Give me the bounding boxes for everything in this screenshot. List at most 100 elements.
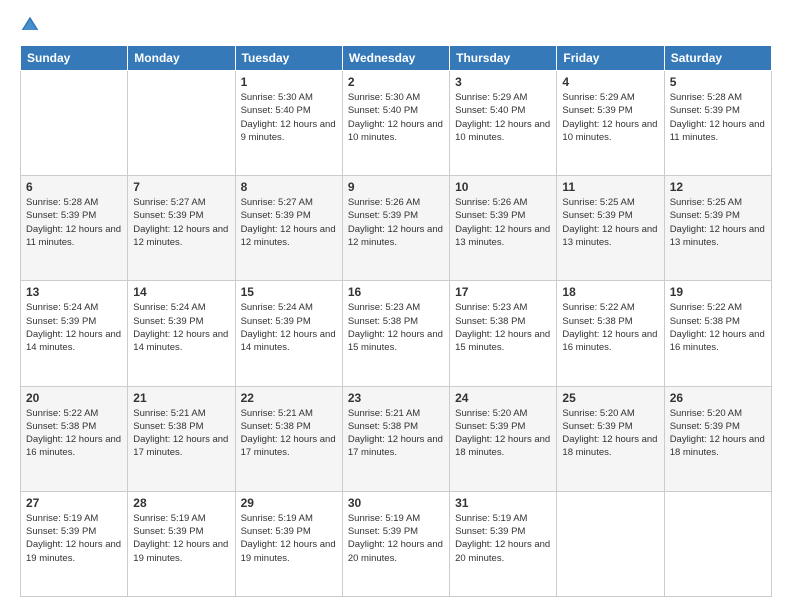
day-header-thursday: Thursday [450,46,557,71]
calendar-cell: 6 Sunrise: 5:28 AM Sunset: 5:39 PM Daylig… [21,176,128,281]
day-number: 24 [455,391,551,405]
calendar-cell: 20 Sunrise: 5:22 AM Sunset: 5:38 PM Dayli… [21,386,128,491]
calendar-table: SundayMondayTuesdayWednesdayThursdayFrid… [20,45,772,597]
week-row-2: 13 Sunrise: 5:24 AM Sunset: 5:39 PM Dayli… [21,281,772,386]
calendar-cell [128,71,235,176]
day-header-saturday: Saturday [664,46,771,71]
day-info: Sunrise: 5:21 AM Sunset: 5:38 PM Dayligh… [133,407,229,460]
calendar-cell: 7Sunrise: 5:27 AM Sunset: 5:39 PM Daylig… [128,176,235,281]
calendar-cell: 11Sunrise: 5:25 AM Sunset: 5:39 PM Dayli… [557,176,664,281]
calendar-cell [664,491,771,596]
day-number: 19 [670,285,766,299]
day-number: 2 [348,75,444,89]
day-header-monday: Monday [128,46,235,71]
day-info: Sunrise: 5:21 AM Sunset: 5:38 PM Dayligh… [348,407,444,460]
week-row-1: 6 Sunrise: 5:28 AM Sunset: 5:39 PM Daylig… [21,176,772,281]
day-info: Sunrise: 5:23 AM Sunset: 5:38 PM Dayligh… [455,301,551,354]
day-number: 22 [241,391,337,405]
day-info: Sunrise: 5:28 AM Sunset: 5:39 PM Dayligh… [670,91,766,144]
day-number: 1 [241,75,337,89]
day-number: 29 [241,496,337,510]
week-row-3: 20 Sunrise: 5:22 AM Sunset: 5:38 PM Dayli… [21,386,772,491]
day-number: 14 [133,285,229,299]
day-number: 31 [455,496,551,510]
week-row-0: 1 Sunrise: 5:30 AM Sunset: 5:40 PM Daylig… [21,71,772,176]
logo-icon [20,15,40,35]
day-info: Sunrise: 5:21 AM Sunset: 5:38 PM Dayligh… [241,407,337,460]
calendar-cell: 10Sunrise: 5:26 AM Sunset: 5:39 PM Dayli… [450,176,557,281]
calendar-cell: 5 Sunrise: 5:28 AM Sunset: 5:39 PM Daylig… [664,71,771,176]
calendar-cell: 4 Sunrise: 5:29 AM Sunset: 5:39 PM Daylig… [557,71,664,176]
day-number: 4 [562,75,658,89]
day-info: Sunrise: 5:19 AM Sunset: 5:39 PM Dayligh… [455,512,551,565]
calendar-cell: 28 Sunrise: 5:19 AM Sunset: 5:39 PM Dayli… [128,491,235,596]
calendar-cell: 9 Sunrise: 5:26 AM Sunset: 5:39 PM Daylig… [342,176,449,281]
day-number: 27 [26,496,122,510]
day-info: Sunrise: 5:22 AM Sunset: 5:38 PM Dayligh… [670,301,766,354]
day-info: Sunrise: 5:29 AM Sunset: 5:40 PM Dayligh… [455,91,551,144]
calendar-cell [21,71,128,176]
day-info: Sunrise: 5:19 AM Sunset: 5:39 PM Dayligh… [133,512,229,565]
calendar-cell: 18 Sunrise: 5:22 AM Sunset: 5:38 PM Dayli… [557,281,664,386]
day-number: 16 [348,285,444,299]
day-info: Sunrise: 5:25 AM Sunset: 5:39 PM Dayligh… [670,196,766,249]
day-info: Sunrise: 5:24 AM Sunset: 5:39 PM Dayligh… [133,301,229,354]
day-info: Sunrise: 5:22 AM Sunset: 5:38 PM Dayligh… [26,407,122,460]
day-number: 6 [26,180,122,194]
day-number: 28 [133,496,229,510]
page: SundayMondayTuesdayWednesdayThursdayFrid… [0,0,792,612]
calendar-cell: 13 Sunrise: 5:24 AM Sunset: 5:39 PM Dayli… [21,281,128,386]
day-number: 25 [562,391,658,405]
calendar-cell: 19 Sunrise: 5:22 AM Sunset: 5:38 PM Dayli… [664,281,771,386]
day-number: 17 [455,285,551,299]
week-row-4: 27 Sunrise: 5:19 AM Sunset: 5:39 PM Dayli… [21,491,772,596]
day-info: Sunrise: 5:19 AM Sunset: 5:39 PM Dayligh… [241,512,337,565]
calendar-cell: 12Sunrise: 5:25 AM Sunset: 5:39 PM Dayli… [664,176,771,281]
day-info: Sunrise: 5:22 AM Sunset: 5:38 PM Dayligh… [562,301,658,354]
day-number: 5 [670,75,766,89]
day-info: Sunrise: 5:23 AM Sunset: 5:38 PM Dayligh… [348,301,444,354]
calendar-cell: 30Sunrise: 5:19 AM Sunset: 5:39 PM Dayli… [342,491,449,596]
day-info: Sunrise: 5:20 AM Sunset: 5:39 PM Dayligh… [562,407,658,460]
day-info: Sunrise: 5:20 AM Sunset: 5:39 PM Dayligh… [455,407,551,460]
day-info: Sunrise: 5:24 AM Sunset: 5:39 PM Dayligh… [241,301,337,354]
day-number: 8 [241,180,337,194]
day-info: Sunrise: 5:30 AM Sunset: 5:40 PM Dayligh… [241,91,337,144]
day-header-sunday: Sunday [21,46,128,71]
calendar-cell [557,491,664,596]
day-info: Sunrise: 5:24 AM Sunset: 5:39 PM Dayligh… [26,301,122,354]
day-info: Sunrise: 5:19 AM Sunset: 5:39 PM Dayligh… [26,512,122,565]
calendar-cell: 21 Sunrise: 5:21 AM Sunset: 5:38 PM Dayli… [128,386,235,491]
day-number: 9 [348,180,444,194]
calendar-cell: 16 Sunrise: 5:23 AM Sunset: 5:38 PM Dayli… [342,281,449,386]
day-number: 13 [26,285,122,299]
day-number: 10 [455,180,551,194]
day-info: Sunrise: 5:26 AM Sunset: 5:39 PM Dayligh… [348,196,444,249]
day-number: 21 [133,391,229,405]
day-info: Sunrise: 5:29 AM Sunset: 5:39 PM Dayligh… [562,91,658,144]
day-number: 30 [348,496,444,510]
calendar-cell: 22 Sunrise: 5:21 AM Sunset: 5:38 PM Dayli… [235,386,342,491]
day-header-tuesday: Tuesday [235,46,342,71]
calendar-header-row: SundayMondayTuesdayWednesdayThursdayFrid… [21,46,772,71]
calendar-cell: 23Sunrise: 5:21 AM Sunset: 5:38 PM Dayli… [342,386,449,491]
calendar-cell: 24 Sunrise: 5:20 AM Sunset: 5:39 PM Dayli… [450,386,557,491]
logo [20,15,44,35]
calendar-cell: 3Sunrise: 5:29 AM Sunset: 5:40 PM Daylig… [450,71,557,176]
day-header-friday: Friday [557,46,664,71]
day-info: Sunrise: 5:25 AM Sunset: 5:39 PM Dayligh… [562,196,658,249]
calendar-cell: 1 Sunrise: 5:30 AM Sunset: 5:40 PM Daylig… [235,71,342,176]
day-number: 18 [562,285,658,299]
day-info: Sunrise: 5:28 AM Sunset: 5:39 PM Dayligh… [26,196,122,249]
day-info: Sunrise: 5:20 AM Sunset: 5:39 PM Dayligh… [670,407,766,460]
day-number: 15 [241,285,337,299]
day-info: Sunrise: 5:27 AM Sunset: 5:39 PM Dayligh… [133,196,229,249]
day-number: 20 [26,391,122,405]
calendar-cell: 14 Sunrise: 5:24 AM Sunset: 5:39 PM Dayli… [128,281,235,386]
calendar-cell: 2 Sunrise: 5:30 AM Sunset: 5:40 PM Daylig… [342,71,449,176]
calendar-cell: 27 Sunrise: 5:19 AM Sunset: 5:39 PM Dayli… [21,491,128,596]
calendar-cell: 25 Sunrise: 5:20 AM Sunset: 5:39 PM Dayli… [557,386,664,491]
calendar-cell: 29 Sunrise: 5:19 AM Sunset: 5:39 PM Dayli… [235,491,342,596]
calendar-cell: 26Sunrise: 5:20 AM Sunset: 5:39 PM Dayli… [664,386,771,491]
day-info: Sunrise: 5:30 AM Sunset: 5:40 PM Dayligh… [348,91,444,144]
